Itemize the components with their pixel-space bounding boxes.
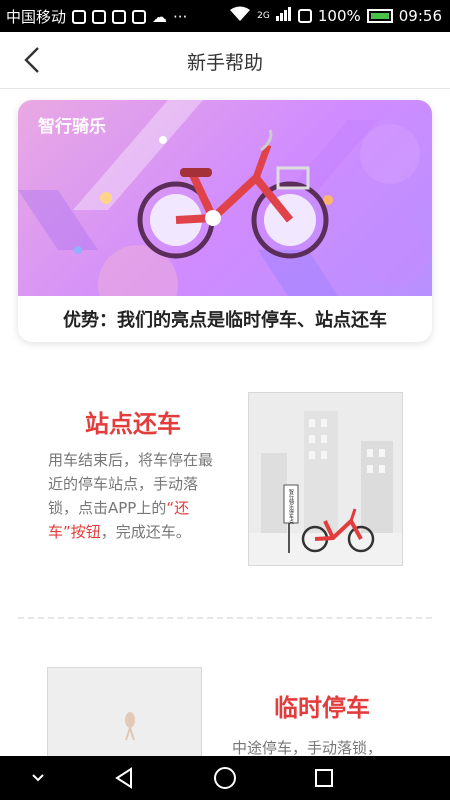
status-bar: 中国移动 ☁ ··· 2G 100% 09:56: [0, 0, 450, 32]
nav-collapse-button[interactable]: [18, 762, 58, 794]
network-label: 2G: [257, 11, 270, 21]
app-icon: [132, 9, 147, 24]
banner-caption: 优势：我们的亮点是临时停车、站点还车: [63, 310, 387, 331]
nav-home-button[interactable]: [205, 762, 245, 794]
brand-label: 智行骑乐: [38, 117, 106, 137]
triangle-back-icon: [115, 767, 132, 789]
bike-graphic: [137, 129, 329, 259]
station-desc-part2: ，完成还车。: [100, 523, 191, 541]
banner-image: 智行骑乐: [18, 100, 432, 325]
sim-card-icon: [297, 9, 312, 23]
station-illustration: 智行骑乐停车点: [249, 393, 402, 565]
carrier-label: 中国移动: [6, 8, 67, 26]
image-icon: [112, 9, 127, 24]
notification-icon: [92, 9, 107, 24]
page-title: 新手帮助: [186, 52, 263, 74]
circle-home-icon: [214, 767, 236, 789]
nav-recents-button[interactable]: [304, 762, 344, 794]
battery-label: 100%: [317, 7, 361, 25]
station-sign-label: 智行骑乐停车点: [288, 488, 294, 525]
parking-illustration: [48, 668, 201, 766]
station-return-image: 智行骑乐停车点: [248, 392, 403, 566]
status-left: 中国移动 ☁ ···: [6, 6, 187, 27]
nav-back-button[interactable]: [104, 762, 144, 794]
section-divider: [18, 617, 432, 619]
signal-icon: [275, 7, 292, 25]
top-bar: 新手帮助: [0, 32, 450, 89]
battery-icon: [366, 9, 393, 23]
sim-icon: [72, 9, 87, 24]
chevron-down-icon: [32, 774, 44, 782]
station-return-title: 站点还车: [85, 410, 181, 438]
clock: 09:56: [398, 7, 442, 25]
banner-card: 智行骑乐 优势：我们的亮点是临时停车、站点还车: [18, 100, 432, 342]
wifi-icon: [229, 6, 251, 26]
more-icon: ···: [173, 7, 188, 26]
temp-parking-title: 临时停车: [274, 694, 370, 722]
navigation-bar: [0, 756, 450, 800]
status-right: 2G 100% 09:56: [229, 6, 442, 26]
station-return-desc: 用车结束后，将车停在最近的停车站点，手动落锁，点击APP上的“还车”按钮，完成还…: [48, 448, 218, 544]
square-recents-icon: [315, 769, 333, 787]
temp-parking-image: [47, 667, 202, 767]
cloud-icon: ☁: [152, 7, 168, 26]
